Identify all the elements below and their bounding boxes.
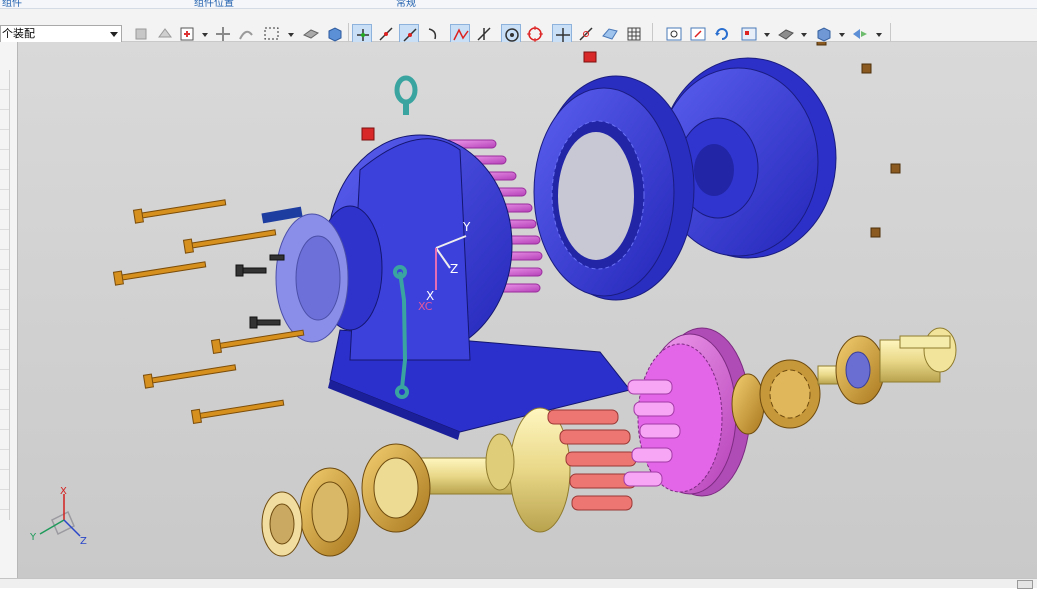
select-body-icon[interactable] — [155, 24, 175, 44]
navigator-panel[interactable] — [0, 42, 18, 587]
view-axis-z-label: Z — [80, 536, 87, 547]
eye-bolt — [394, 75, 418, 115]
tab-component-position[interactable]: 组件位置 — [194, 0, 234, 8]
snap-point-icon[interactable] — [213, 24, 233, 44]
ring-gear-housing — [533, 75, 695, 301]
snap-line-icon[interactable] — [376, 24, 396, 44]
grid-icon[interactable] — [624, 24, 644, 44]
snap-center-icon[interactable] — [501, 24, 521, 44]
add-to-selection-icon[interactable] — [178, 24, 198, 44]
fit-view-icon[interactable] — [664, 24, 684, 44]
chevron-down-icon[interactable] — [110, 32, 118, 37]
edit-section-icon[interactable] — [850, 24, 870, 44]
select-solid-icon[interactable] — [301, 24, 321, 44]
exploded-assembly-view: Y Z X XC X Y Z — [29, 42, 957, 557]
triad-z-label: Z — [450, 262, 458, 276]
select-feature-icon[interactable] — [132, 24, 152, 44]
triad-y-label: Y — [462, 220, 471, 234]
resize-grip-icon[interactable] — [1017, 580, 1033, 589]
zoom-window-icon[interactable] — [688, 24, 708, 44]
snap-control-point-icon[interactable] — [450, 24, 470, 44]
spacer-ring — [731, 373, 765, 435]
chevron-down-icon[interactable] — [876, 33, 882, 37]
snap-intersection-icon[interactable] — [474, 24, 494, 44]
bearing-cover — [275, 213, 349, 343]
snap-face-icon[interactable] — [600, 24, 620, 44]
view-triad: X Y Z — [29, 486, 87, 547]
chevron-down-icon[interactable] — [801, 33, 807, 37]
snap-midpoint-icon[interactable] — [399, 24, 419, 44]
tab-general[interactable]: 常规 — [396, 0, 416, 8]
graphics-window[interactable]: Y Z X XC X Y Z — [18, 42, 1037, 578]
chevron-down-icon[interactable] — [764, 33, 770, 37]
chevron-down-icon[interactable] — [202, 33, 208, 37]
snap-tangent-icon[interactable] — [576, 24, 596, 44]
tab-assembly[interactable]: 组件 — [2, 0, 22, 8]
chevron-down-icon[interactable] — [839, 33, 845, 37]
view-axis-y-label: Y — [29, 532, 37, 543]
snap-arc-icon[interactable] — [424, 24, 444, 44]
tapered-bearings — [261, 443, 431, 557]
snap-endpoint-icon[interactable] — [352, 24, 372, 44]
snap-point-on-curve-icon[interactable] — [552, 24, 572, 44]
selection-scope-value: 个装配 — [2, 27, 35, 40]
selection-scope-dropdown[interactable]: 个装配 — [0, 25, 122, 43]
snap-quadrant-icon[interactable] — [525, 24, 545, 44]
select-curve-icon[interactable] — [236, 24, 256, 44]
chevron-down-icon[interactable] — [288, 33, 294, 37]
rotate-view-icon[interactable] — [712, 24, 732, 44]
long-bolts — [112, 199, 305, 425]
selection-toolbar: 个装配 — [0, 9, 1037, 45]
render-style-icon[interactable] — [776, 24, 796, 44]
shaded-cube-icon[interactable] — [814, 24, 834, 44]
ribbon-tab-strip: 组件 组件位置 常规 — [0, 0, 1037, 9]
view-axis-x-label: X — [60, 486, 67, 497]
select-cube-icon[interactable] — [325, 24, 345, 44]
input-shaft — [817, 327, 957, 405]
navigator-rows — [0, 70, 10, 520]
triad-xc-label: XC — [418, 300, 433, 313]
box-select-icon[interactable] — [262, 24, 282, 44]
roller-bearing — [759, 359, 821, 429]
view-orientation-icon[interactable] — [739, 24, 759, 44]
